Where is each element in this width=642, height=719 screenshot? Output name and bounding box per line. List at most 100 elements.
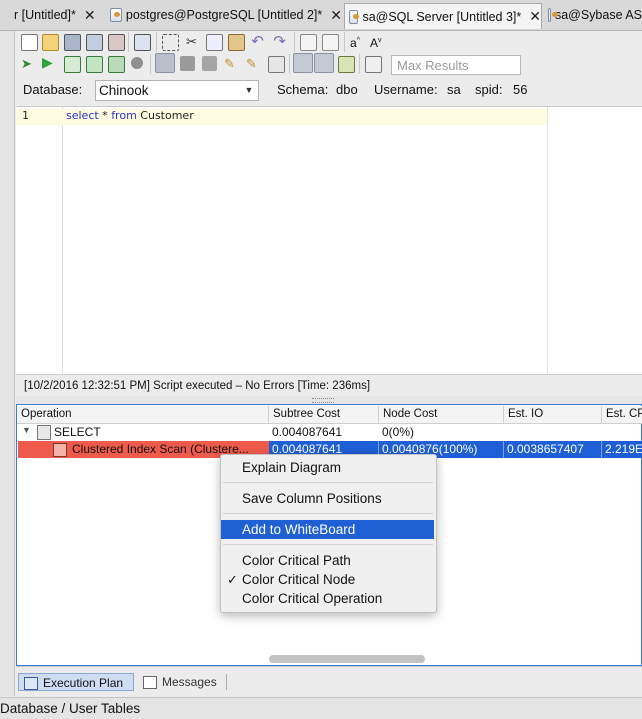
save-icon[interactable]	[64, 34, 81, 51]
checkmark-icon: ✓	[227, 572, 238, 587]
redo-icon[interactable]: ↷	[272, 34, 287, 49]
keyword-select: select	[66, 109, 99, 122]
execute-step-icon[interactable]: ➤	[21, 56, 36, 71]
plan-header: Operation Subtree Cost Node Cost Est. IO…	[17, 406, 642, 424]
tab-label: Execution Plan	[43, 676, 124, 690]
close-icon[interactable]: ✕	[84, 7, 96, 24]
limit-icon[interactable]	[365, 56, 382, 73]
execution-plan-icon	[24, 677, 38, 690]
grid-results-icon[interactable]	[293, 53, 313, 73]
column-header-operation[interactable]: Operation	[17, 406, 269, 423]
status-message: [10/2/2016 12:32:51 PM] Script executed …	[16, 374, 642, 396]
execute-current-icon[interactable]	[64, 56, 81, 73]
font-increase-icon[interactable]: a^	[350, 32, 365, 50]
database-icon	[548, 8, 558, 22]
execute-script-icon[interactable]	[108, 56, 125, 73]
format-icon[interactable]: ✎	[224, 56, 239, 71]
tab-label: Messages	[162, 675, 217, 689]
code-star: *	[98, 109, 112, 122]
line-number-gutter	[16, 107, 63, 375]
close-icon[interactable]: ✕	[529, 8, 541, 25]
menu-item-color-critical-operation[interactable]: Color Critical Operation	[221, 589, 434, 608]
export-icon[interactable]	[338, 56, 355, 73]
tab-postgres[interactable]: postgres@PostgreSQL [Untitled 2]* ✕	[110, 4, 342, 26]
sql-editor[interactable]: 1 select * from Customer	[16, 106, 642, 375]
auto-commit-icon[interactable]	[155, 53, 175, 73]
execute-explain-icon[interactable]	[86, 56, 103, 73]
paste-icon[interactable]	[228, 34, 245, 51]
cut-icon[interactable]: ✂	[184, 34, 199, 49]
spid-label: spid:	[475, 82, 503, 97]
menu-item-explain-diagram[interactable]: Explain Diagram	[221, 458, 434, 477]
menu-item-color-critical-path[interactable]: Color Critical Path	[221, 551, 434, 570]
menu-item-color-critical-node[interactable]: ✓ Color Critical Node	[221, 570, 434, 589]
select-node-icon	[37, 425, 51, 440]
tree-expand-icon[interactable]: ▼	[22, 425, 31, 435]
subtree-cost-cell: 0.004087641	[272, 425, 343, 439]
database-icon	[349, 9, 360, 24]
close-icon[interactable]: ✕	[330, 7, 342, 24]
result-tabs: Execution Plan Messages	[16, 666, 642, 697]
open-folder-icon[interactable]	[42, 34, 59, 51]
chevron-down-icon: ▼	[244, 85, 254, 95]
navigator-breadcrumb: Database / User Tables	[0, 697, 642, 719]
node-cost-cell: 0(0%)	[382, 425, 415, 439]
right-margin-line	[547, 107, 548, 375]
copy-icon[interactable]	[206, 34, 223, 51]
max-results-input[interactable]: Max Results	[391, 55, 521, 75]
tab-untitled[interactable]: r [Untitled]* ✕	[0, 4, 106, 26]
save-as-icon[interactable]	[86, 34, 103, 51]
print-icon[interactable]	[134, 34, 151, 51]
menu-item-label: Color Critical Node	[242, 572, 356, 587]
splitter-grip-icon[interactable]	[312, 398, 334, 403]
column-header-subtree-cost[interactable]: Subtree Cost	[269, 406, 379, 423]
new-icon[interactable]	[21, 34, 38, 51]
index-scan-icon	[53, 443, 67, 457]
tab-messages[interactable]: Messages	[140, 673, 217, 691]
messages-icon	[143, 676, 157, 689]
find-next-icon[interactable]	[322, 34, 339, 51]
tab-execution-plan[interactable]: Execution Plan	[18, 673, 134, 691]
username-label: Username:	[374, 82, 438, 97]
font-decrease-icon[interactable]: Av	[370, 32, 385, 50]
username-value: sa	[447, 82, 461, 97]
table-row[interactable]: ▼ SELECT 0.004087641 0(0%)	[17, 424, 642, 441]
execute-icon[interactable]: ▶	[42, 55, 57, 70]
stop-icon[interactable]	[131, 57, 143, 69]
keyword-from: from	[111, 109, 137, 122]
line-number: 1	[22, 109, 29, 122]
comment-icon[interactable]: ✎	[246, 56, 261, 71]
context-menu: Explain Diagram Save Column Positions Ad…	[220, 454, 437, 613]
history-icon[interactable]	[268, 56, 285, 73]
column-header-est-cpu[interactable]: Est. CPU	[602, 406, 642, 423]
database-select[interactable]: Chinook ▼	[95, 80, 259, 101]
tab-label: r [Untitled]*	[14, 8, 76, 22]
rollback-icon[interactable]	[202, 56, 217, 71]
commit-icon[interactable]	[180, 56, 195, 71]
toolbar: ✂ ↶ ↷ a^ Av ➤ ▶ ✎ ✎	[16, 31, 642, 81]
schema-label: Schema:	[277, 82, 329, 97]
tab-divider	[226, 674, 227, 690]
est-io-cell: 0.0038657407	[504, 441, 602, 458]
tab-sql-server[interactable]: sa@SQL Server [Untitled 3]* ✕	[344, 3, 542, 29]
menu-item-save-column-positions[interactable]: Save Column Positions	[221, 489, 434, 508]
find-icon[interactable]	[300, 34, 317, 51]
tab-sybase[interactable]: sa@Sybase AS	[548, 4, 642, 26]
database-label: Database:	[23, 82, 83, 97]
schema-value: dbo	[336, 82, 358, 97]
save-all-icon[interactable]	[108, 34, 125, 51]
horizontal-scrollbar[interactable]	[269, 655, 425, 663]
undo-icon[interactable]: ↶	[250, 34, 265, 49]
code-table: Customer	[136, 109, 194, 122]
editor-tab-bar: r [Untitled]* ✕ postgres@PostgreSQL [Unt…	[0, 0, 642, 31]
menu-item-add-to-whiteboard[interactable]: Add to WhiteBoard	[221, 520, 434, 539]
select-icon[interactable]	[162, 34, 179, 51]
sql-code-line[interactable]: select * from Customer	[66, 109, 194, 122]
column-header-node-cost[interactable]: Node Cost	[379, 406, 504, 423]
spid-value: 56	[513, 82, 528, 97]
text-results-icon[interactable]	[314, 53, 334, 73]
est-cpu-cell: 2.219E	[605, 442, 642, 456]
operation-cell: SELECT	[54, 425, 101, 439]
database-icon	[110, 8, 122, 22]
column-header-est-io[interactable]: Est. IO	[504, 406, 602, 423]
